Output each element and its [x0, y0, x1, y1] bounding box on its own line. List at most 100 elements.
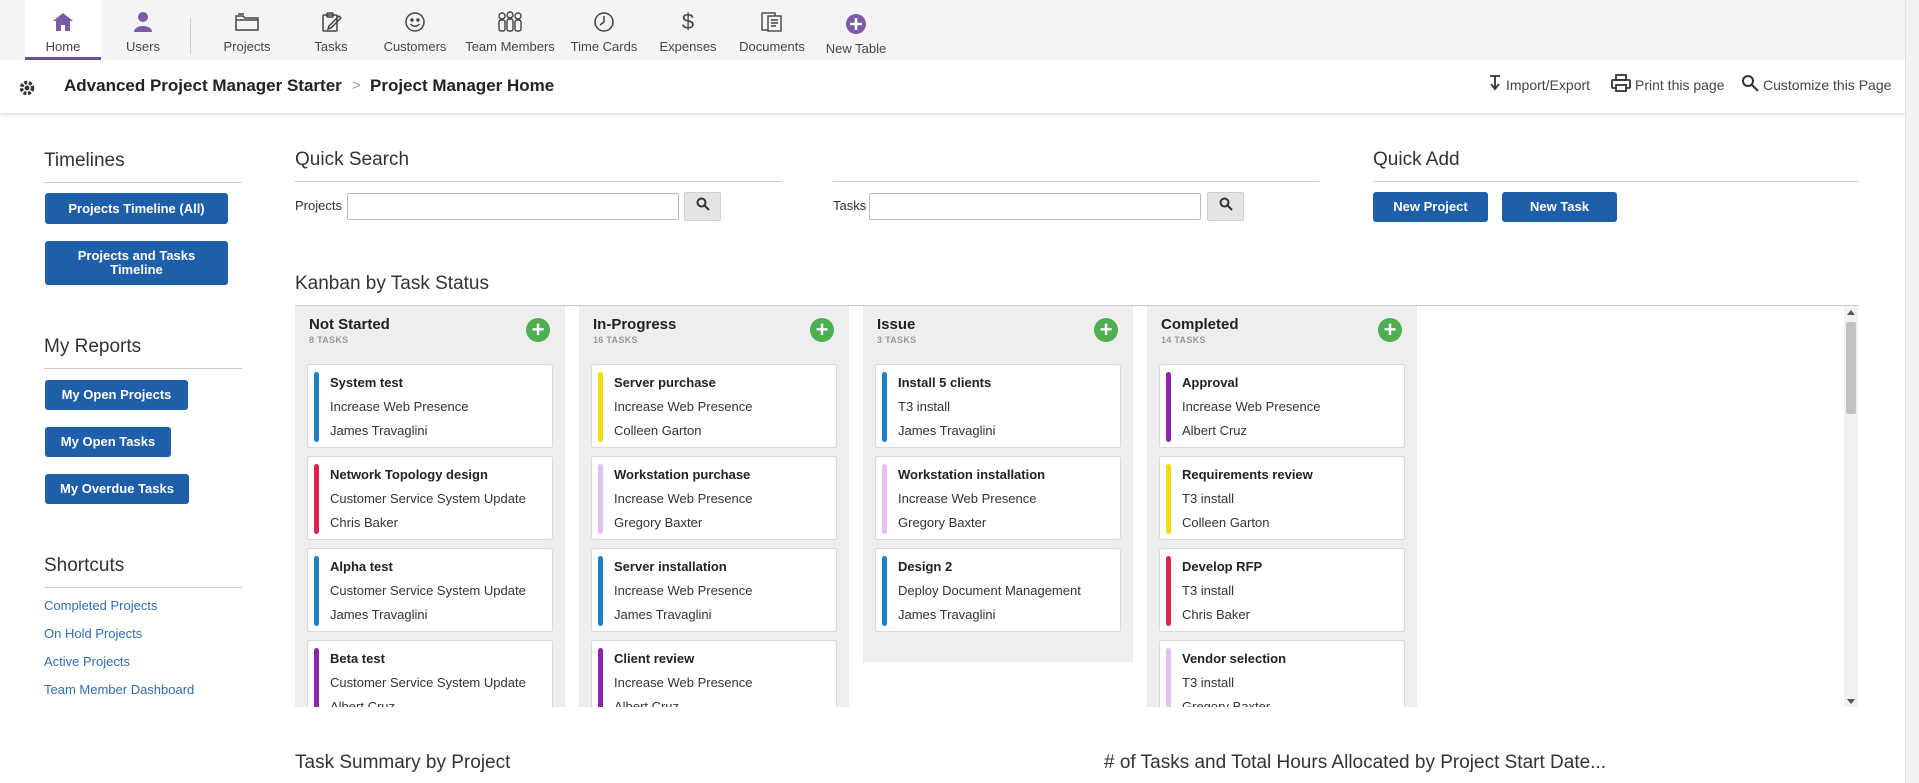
card-task-name: Client review [614, 651, 695, 666]
add-card-icon[interactable]: + [810, 318, 834, 342]
projects-and-tasks-timeline-button[interactable]: Projects and Tasks Timeline [45, 241, 228, 285]
kanban-card[interactable]: Workstation installation Increase Web Pre… [875, 456, 1121, 540]
card-assignee: Albert Cruz [614, 699, 680, 707]
card-project: Increase Web Presence [614, 399, 753, 414]
breadcrumb-separator: > [352, 77, 361, 94]
card-color-bar [882, 556, 887, 626]
kanban-card[interactable]: Client review Increase Web Presence Albert… [591, 640, 837, 707]
nav-separator [190, 18, 191, 54]
card-task-name: Develop RFP [1182, 559, 1263, 574]
active-projects-link[interactable]: Active Projects [44, 654, 130, 669]
card-assignee: Albert Cruz [330, 699, 396, 707]
card-project: T3 install [898, 399, 951, 414]
card-project: Increase Web Presence [614, 491, 753, 506]
kanban-card[interactable]: Install 5 clients T3 install James Travagl… [875, 364, 1121, 448]
card-task-name: Server purchase [614, 375, 716, 390]
nav-expenses[interactable]: $ Expenses [656, 0, 720, 60]
card-task-name: Beta test [330, 651, 385, 666]
nav-tasks[interactable]: Tasks [300, 0, 362, 60]
card-assignee: Albert Cruz [1182, 423, 1248, 438]
timelines-heading: Timelines [44, 150, 125, 171]
plus-circle-icon [845, 12, 867, 36]
customize-page-button[interactable]: Customize this Page [1741, 74, 1891, 95]
nav-time-cards[interactable]: Time Cards [570, 0, 638, 60]
kanban-card[interactable]: Beta test Customer Service System Update A… [307, 640, 553, 707]
team-icon [496, 10, 524, 34]
new-task-button[interactable]: New Task [1502, 192, 1617, 222]
card-project: Deploy Document Management [898, 583, 1081, 598]
scroll-down-arrow[interactable] [1847, 699, 1855, 704]
print-button[interactable]: Print this page [1611, 74, 1725, 95]
nav-customers[interactable]: Customers [383, 0, 447, 60]
search-icon [696, 197, 710, 216]
kanban-card[interactable]: Server purchase Increase Web Presence Coll… [591, 364, 837, 448]
projects-search-input[interactable] [347, 193, 679, 220]
team-member-dashboard-link[interactable]: Team Member Dashboard [44, 682, 194, 697]
kanban-card[interactable]: Design 2 Deploy Document Management James … [875, 548, 1121, 632]
page-title: Project Manager Home [370, 76, 555, 95]
add-card-icon[interactable]: + [526, 318, 550, 342]
projects-search-button[interactable] [684, 192, 721, 221]
card-color-bar [598, 648, 603, 707]
kanban-card[interactable]: Vendor selection T3 install Gregory Baxter [1159, 640, 1405, 707]
card-color-bar [314, 556, 319, 626]
kanban-card[interactable]: System test Increase Web Presence James Tr… [307, 364, 553, 448]
card-color-bar [882, 372, 887, 442]
kanban-scrollbar[interactable] [1844, 306, 1858, 707]
import-icon [1488, 74, 1502, 95]
kanban-card[interactable]: Develop RFP T3 install Chris Baker [1159, 548, 1405, 632]
kanban-card[interactable]: Requirements review T3 install Colleen Gar… [1159, 456, 1405, 540]
page-scrollbar[interactable] [1905, 0, 1919, 783]
new-project-button[interactable]: New Project [1373, 192, 1488, 222]
card-color-bar [1166, 648, 1171, 707]
tasks-search-button[interactable] [1207, 192, 1244, 221]
projects-timeline-all-button[interactable]: Projects Timeline (All) [45, 193, 228, 224]
breadcrumb-bar: Advanced Project Manager Starter > Proje… [0, 60, 1919, 113]
nav-documents[interactable]: Documents [737, 0, 807, 60]
kanban-card[interactable]: Workstation purchase Increase Web Presenc… [591, 456, 837, 540]
top-nav: Home Users Projects Tasks Customers Team… [0, 0, 1919, 60]
quick-search-heading: Quick Search [295, 149, 410, 170]
on-hold-projects-link[interactable]: On Hold Projects [44, 626, 142, 641]
tasks-hours-heading: # of Tasks and Total Hours Allocated by … [1104, 752, 1607, 773]
scroll-thumb[interactable] [1846, 322, 1856, 414]
card-project: Customer Service System Update [330, 491, 526, 506]
my-reports-heading: My Reports [44, 336, 142, 357]
my-open-projects-button[interactable]: My Open Projects [45, 380, 188, 410]
printer-icon [1611, 74, 1631, 95]
card-task-name: Approval [1182, 375, 1239, 390]
shortcuts-rule [44, 587, 242, 588]
my-open-tasks-button[interactable]: My Open Tasks [45, 427, 171, 457]
card-assignee: Chris Baker [1182, 607, 1250, 622]
kanban-card[interactable]: Network Topology design Customer Service … [307, 456, 553, 540]
kanban-card[interactable]: Server installation Increase Web Presence… [591, 548, 837, 632]
column-title: Issue [877, 316, 916, 333]
completed-projects-link[interactable]: Completed Projects [44, 598, 157, 613]
scroll-up-arrow[interactable] [1847, 310, 1855, 315]
home-icon [52, 10, 74, 34]
gear-icon[interactable] [18, 79, 36, 102]
user-icon [133, 10, 153, 34]
add-card-icon[interactable]: + [1094, 318, 1118, 342]
add-card-icon[interactable]: + [1378, 318, 1402, 342]
magnifier-icon [1741, 74, 1759, 95]
my-overdue-tasks-button[interactable]: My Overdue Tasks [45, 474, 189, 504]
card-assignee: Gregory Baxter [1182, 699, 1271, 707]
column-task-count: 3 TASKS [877, 335, 917, 345]
tasks-search-input[interactable] [869, 193, 1201, 220]
card-assignee: Chris Baker [330, 515, 398, 530]
kanban-heading: Kanban by Task Status [295, 273, 489, 294]
quick-add-heading: Quick Add [1373, 149, 1460, 170]
column-title: Not Started [309, 316, 390, 333]
nav-users[interactable]: Users [113, 0, 173, 60]
nav-home[interactable]: Home [25, 0, 101, 60]
kanban-board: Not Started 8 TASKS + System test Increase W… [295, 305, 1858, 707]
nav-projects[interactable]: Projects [214, 0, 280, 60]
nav-team-members[interactable]: Team Members [465, 0, 555, 60]
import-export-button[interactable]: Import/Export [1488, 74, 1590, 95]
nav-new-table[interactable]: New Table [821, 0, 891, 60]
breadcrumb-app[interactable]: Advanced Project Manager Starter [64, 76, 342, 96]
kanban-card[interactable]: Approval Increase Web Presence Albert Cruz [1159, 364, 1405, 448]
kanban-column: Not Started 8 TASKS + System test Increase W… [295, 306, 565, 707]
kanban-card[interactable]: Alpha test Customer Service System Update… [307, 548, 553, 632]
